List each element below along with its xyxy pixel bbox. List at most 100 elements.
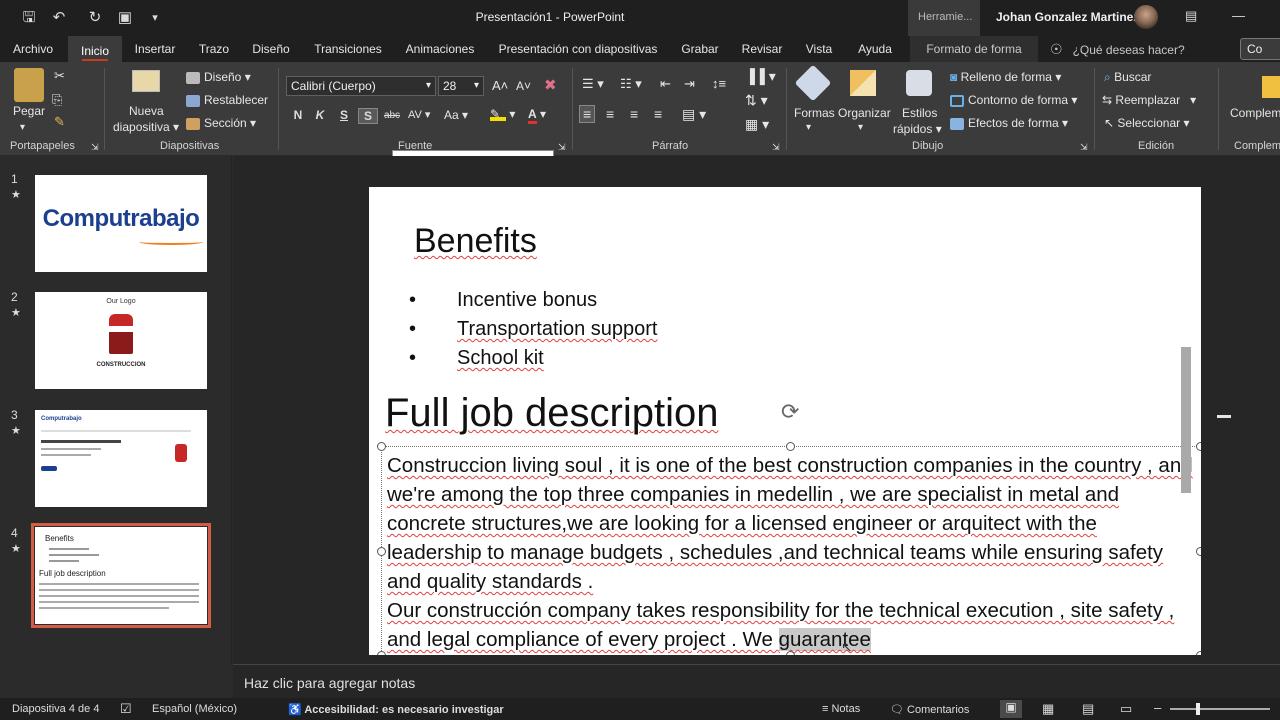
quick-styles-icon[interactable]: [906, 70, 932, 96]
save-icon[interactable]: 🖫: [18, 7, 40, 29]
section-button[interactable]: Sección ▾: [186, 116, 256, 130]
arrange-icon[interactable]: [850, 70, 876, 96]
font-size-select[interactable]: 28 ▾: [438, 76, 484, 96]
tab-presentacion[interactable]: Presentación con diapositivas: [496, 36, 660, 62]
paste-icon[interactable]: [14, 68, 44, 102]
slide-thumbnail-3[interactable]: Computrabajo: [35, 410, 207, 507]
dibujo-launcher-icon[interactable]: ⇲: [1080, 142, 1088, 153]
tab-trazo[interactable]: Trazo: [194, 36, 234, 62]
shape-fill-button[interactable]: ◙ Relleno de forma ▾: [950, 70, 1061, 84]
resize-handle[interactable]: [377, 547, 386, 556]
columns-icon[interactable]: ▐▐ ▾: [745, 68, 776, 85]
avatar[interactable]: [1134, 5, 1158, 29]
line-spacing-icon[interactable]: ↕≡: [712, 76, 726, 91]
tell-me-search[interactable]: ☉ ¿Qué deseas hacer?: [1050, 36, 1185, 62]
copy-icon[interactable]: ⎘: [52, 92, 62, 108]
tab-inicio[interactable]: Inicio: [68, 36, 122, 62]
start-presentation-icon[interactable]: ▣: [114, 7, 136, 29]
align-right-icon[interactable]: ≡: [630, 106, 638, 122]
shapes-icon[interactable]: [794, 64, 832, 102]
select-button[interactable]: ↖ Seleccionar ▾: [1104, 116, 1189, 130]
minimize-icon[interactable]: —: [1232, 8, 1245, 23]
font-name-select[interactable]: Calibri (Cuerpo) ▾: [286, 76, 436, 96]
resize-handle[interactable]: [1196, 651, 1201, 655]
benefits-title[interactable]: Benefits: [414, 222, 537, 261]
font-color-button[interactable]: A ▾: [528, 107, 546, 124]
reading-view-icon[interactable]: ▤: [1082, 701, 1094, 717]
zoom-slider-thumb[interactable]: [1196, 703, 1200, 715]
notes-placeholder[interactable]: Haz clic para agregar notas: [244, 675, 415, 691]
align-text-icon[interactable]: ▤ ▾: [682, 106, 706, 123]
paste-dropdown-icon[interactable]: ▾: [20, 122, 25, 133]
justify-icon[interactable]: ≡: [654, 106, 662, 122]
zoom-slider[interactable]: [1170, 708, 1270, 710]
comments-status-button[interactable]: 🗨 Comentarios: [890, 703, 969, 716]
tab-revisar[interactable]: Revisar: [738, 36, 786, 62]
textbox-scrollbar[interactable]: [1181, 347, 1191, 493]
tab-ayuda[interactable]: Ayuda: [852, 36, 898, 62]
tab-diseno[interactable]: Diseño: [248, 36, 294, 62]
addins-label[interactable]: Complem: [1230, 106, 1280, 120]
customize-toolbar-icon[interactable]: ▾: [144, 7, 166, 29]
undo-icon[interactable]: ↶: [48, 7, 70, 29]
zoom-out-icon[interactable]: –: [1154, 700, 1161, 715]
find-button[interactable]: ⌕ Buscar: [1104, 70, 1151, 85]
shapes-label[interactable]: Formas: [794, 106, 835, 120]
tab-transiciones[interactable]: Transiciones: [312, 36, 384, 62]
resize-handle[interactable]: [377, 442, 386, 451]
resize-handle[interactable]: [786, 651, 795, 655]
fuente-launcher-icon[interactable]: ⇲: [558, 142, 566, 153]
align-left-icon[interactable]: ≡: [579, 105, 596, 123]
notes-pane[interactable]: Haz clic para agregar notas: [233, 664, 1280, 698]
accessibility-status[interactable]: ♿ Accesibilidad: es necesario investigar: [288, 703, 504, 716]
normal-view-icon[interactable]: ▣: [1000, 700, 1022, 718]
numbering-icon[interactable]: ☷ ▾: [620, 76, 642, 92]
user-name[interactable]: Johan Gonzalez Martinez: [996, 10, 1139, 24]
parrafo-launcher-icon[interactable]: ⇲: [772, 142, 780, 153]
job-description-textbox[interactable]: Construccion living soul , it is one of …: [387, 451, 1195, 655]
paste-label[interactable]: Pegar: [13, 104, 45, 118]
collapse-dash-icon[interactable]: [1217, 415, 1231, 418]
tab-formato-de-forma[interactable]: Formato de forma: [910, 36, 1038, 62]
clear-formatting-icon[interactable]: ✖: [544, 76, 557, 94]
new-slide-label-2[interactable]: diapositiva ▾: [113, 120, 179, 134]
tab-vista[interactable]: Vista: [802, 36, 836, 62]
bullets-icon[interactable]: ☰ ▾: [582, 76, 604, 92]
shape-outline-button[interactable]: Contorno de forma ▾: [950, 93, 1077, 107]
resize-handle[interactable]: [377, 651, 386, 655]
format-painter-icon[interactable]: ✎: [54, 114, 65, 130]
portapapeles-launcher-icon[interactable]: ⇲: [91, 142, 99, 153]
bold-button[interactable]: N: [288, 108, 308, 122]
arrange-dropdown-icon[interactable]: ▾: [858, 122, 863, 133]
cut-icon[interactable]: ✂: [54, 68, 65, 84]
tab-archivo[interactable]: Archivo: [6, 36, 60, 62]
slide-sorter-icon[interactable]: ▦: [1042, 701, 1054, 717]
comments-button[interactable]: Co: [1240, 38, 1280, 60]
resize-handle[interactable]: [1196, 547, 1201, 556]
underline-button[interactable]: S: [334, 108, 354, 122]
change-case-button[interactable]: Aa ▾: [444, 108, 468, 122]
slide-thumbnail-1[interactable]: Computrabajo: [35, 175, 207, 272]
shrink-font-icon[interactable]: A˅: [516, 79, 531, 93]
decrease-indent-icon[interactable]: ⇤: [660, 76, 671, 92]
new-slide-icon[interactable]: [132, 70, 160, 92]
replace-button[interactable]: ⇆ Reemplazar ▾: [1102, 93, 1196, 107]
slideshow-icon[interactable]: ▭: [1120, 701, 1132, 717]
ribbon-display-icon[interactable]: ▤: [1185, 8, 1197, 24]
tab-insertar[interactable]: Insertar: [130, 36, 180, 62]
new-slide-label-1[interactable]: Nueva: [129, 104, 164, 118]
redo-icon[interactable]: ↻: [84, 7, 106, 29]
italic-button[interactable]: K: [310, 108, 330, 122]
spellcheck-icon[interactable]: ☑: [120, 701, 132, 717]
resize-handle[interactable]: [1196, 442, 1201, 451]
reset-button[interactable]: Restablecer: [186, 93, 268, 107]
arrange-label[interactable]: Organizar: [838, 106, 891, 120]
language-status[interactable]: Español (México): [152, 703, 237, 715]
slide-thumbnail-2[interactable]: Our Logo CONSTRUCCION: [35, 292, 207, 389]
slide-thumbnail-4[interactable]: Benefits Full job description: [31, 523, 211, 628]
rotate-handle-icon[interactable]: ⟳: [781, 399, 799, 425]
tab-animaciones[interactable]: Animaciones: [402, 36, 478, 62]
char-spacing-button[interactable]: AV ▾: [408, 108, 430, 121]
quick-styles-label-2[interactable]: rápidos ▾: [893, 122, 942, 136]
highlight-color-button[interactable]: ✎ ▾: [490, 107, 515, 121]
